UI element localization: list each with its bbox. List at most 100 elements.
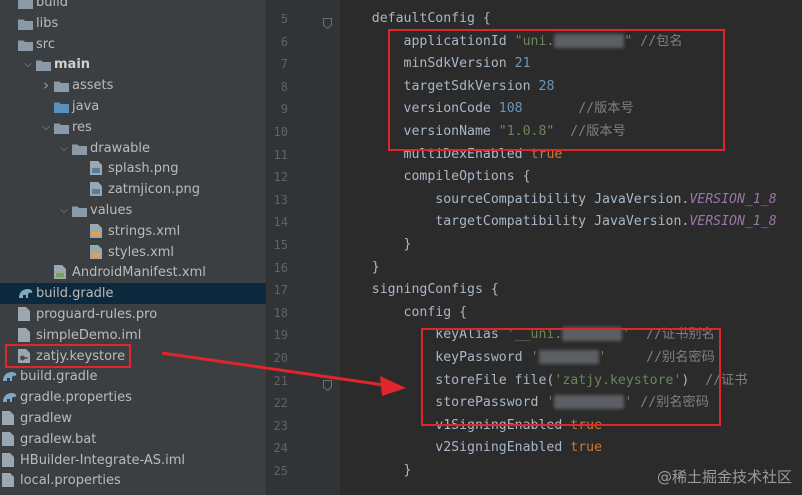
tree-item-label: gradle.properties [20, 390, 132, 406]
code-line[interactable]: compileOptions { [340, 166, 531, 188]
chevron-right-icon[interactable]: › [40, 75, 52, 96]
line-number: 6 [280, 34, 288, 49]
tree-item-label: styles.xml [108, 244, 175, 260]
line-number: 8 [280, 79, 288, 94]
fold-marker-icon[interactable] [323, 14, 332, 30]
line-number: 15 [273, 238, 288, 252]
folder-icon [54, 120, 69, 134]
code-token: signingConfigs { [340, 282, 499, 298]
line-number: 16 [273, 260, 288, 275]
line-number: 14 [273, 215, 288, 230]
line-number: 24 [273, 441, 288, 456]
tree-item-label: simpleDemo.iml [36, 327, 142, 343]
tree-item[interactable]: build.gradle [0, 366, 266, 387]
chevron-down-icon[interactable]: ⌵ [22, 54, 34, 75]
chevron-down-icon[interactable]: ⌵ [58, 200, 70, 221]
tree-item-label: gradlew [20, 411, 73, 426]
tree-item[interactable]: simpleDemo.iml [0, 325, 266, 346]
tree-item[interactable]: proguard-rules.pro [0, 304, 266, 325]
tree-item-label: local.properties [20, 473, 121, 489]
code-token: VERSION_1_8 [689, 214, 777, 230]
code-token: compileOptions { [340, 169, 531, 185]
code-line[interactable]: targetCompatibility JavaVersion.VERSION_… [340, 211, 777, 233]
file-icon [18, 307, 33, 321]
tree-item-label: drawable [90, 140, 151, 156]
tree-item-label: libs [36, 15, 59, 31]
code-token: VERSION_1_8 [689, 191, 777, 207]
code-line[interactable]: signingConfigs { [340, 279, 499, 301]
tree-item[interactable]: gradlew [0, 408, 266, 429]
tree-item-label: build.gradle [36, 286, 114, 302]
tree-item[interactable]: splash.png [0, 158, 266, 179]
code-line[interactable]: } [340, 257, 380, 279]
tree-item[interactable]: HBuilder-Integrate-AS.iml [0, 450, 266, 471]
line-number: 7 [280, 57, 288, 72]
tree-item-label: build [36, 0, 68, 10]
watermark: @稀土掘金技术社区 [656, 468, 792, 486]
tree-item[interactable]: strings.xml [0, 221, 266, 242]
line-number: 5 [280, 12, 288, 26]
image-file-icon [90, 182, 105, 197]
line-number: 22 [273, 396, 288, 411]
line-number: 21 [273, 373, 288, 388]
folder-icon [36, 57, 51, 72]
line-number: 12 [273, 170, 288, 185]
tree-item[interactable]: gradlew.bat [0, 429, 266, 450]
code-token: } [340, 237, 412, 252]
tree-item[interactable]: styles.xml [0, 242, 266, 263]
tree-item-label: values [90, 203, 133, 218]
code-token: config { [340, 304, 468, 320]
tree-item[interactable]: libs [0, 13, 266, 34]
tree-item[interactable]: local.properties [0, 470, 266, 491]
tree-item[interactable]: build.gradle [0, 283, 266, 305]
tree-item[interactable]: ⌵ drawable [0, 138, 266, 159]
editor-gutter: 5 6 7 8 9 10 11 12 13 14 15 16 17 18 19 20 21 22 23 24 25 [268, 0, 340, 495]
code-token: } [340, 463, 412, 478]
code-line[interactable]: sourceCompatibility JavaVersion.VERSION_… [340, 189, 777, 211]
line-number: 25 [273, 464, 288, 478]
tree-item[interactable]: ⌵ values [0, 200, 266, 221]
default-config-highlight-box [388, 29, 725, 151]
tree-item-label: assets [72, 78, 114, 94]
code-line[interactable]: } [340, 460, 412, 482]
code-line[interactable]: v2SigningEnabled true [340, 437, 602, 459]
keystore-file-highlight-box [5, 344, 131, 368]
chevron-down-icon[interactable]: ⌵ [40, 117, 52, 138]
tree-item[interactable]: build [0, 0, 266, 13]
tree-item-label: AndroidManifest.xml [72, 265, 206, 281]
source-folder-icon [54, 99, 69, 113]
code-token: targetCompatibility JavaVersion. [340, 214, 690, 230]
tree-item[interactable]: gradle.properties [0, 387, 266, 408]
tree-item[interactable]: src [0, 34, 266, 55]
code-line[interactable]: defaultConfig { [340, 8, 491, 30]
tree-item[interactable]: ⌵ res [0, 117, 266, 138]
code-line[interactable]: } [340, 234, 412, 256]
chevron-down-icon[interactable]: ⌵ [58, 138, 70, 159]
file-icon [2, 431, 17, 446]
manifest-file-icon [54, 265, 69, 280]
project-tree-panel: build libs src ⌵ main › assets java ⌵ res ⌵ drawabl… [0, 0, 266, 495]
tree-item-label: strings.xml [108, 223, 181, 239]
tree-item-label: gradlew.bat [20, 431, 97, 447]
tree-item-label: splash.png [108, 161, 179, 177]
gradle-icon [2, 390, 17, 404]
line-number: 11 [273, 147, 288, 162]
code-line[interactable]: config { [340, 302, 468, 324]
tree-item[interactable]: ⌵ main [0, 54, 266, 75]
folder-icon [18, 0, 33, 9]
tree-item[interactable]: AndroidManifest.xml [0, 262, 266, 283]
line-number: 10 [273, 125, 288, 139]
file-icon [2, 411, 17, 425]
folder-icon [72, 141, 87, 155]
gradle-icon [18, 286, 33, 300]
tree-item[interactable]: java [0, 96, 266, 117]
file-icon [2, 452, 17, 467]
fold-marker-icon[interactable] [323, 376, 332, 391]
folder-icon [72, 203, 87, 217]
tree-item[interactable]: › assets [0, 75, 266, 96]
line-number: 23 [273, 418, 288, 433]
tree-item-label: zatmjicon.png [108, 182, 200, 198]
tree-item-label: src [36, 36, 55, 52]
xml-file-icon [90, 223, 105, 238]
tree-item[interactable]: zatmjicon.png [0, 179, 266, 200]
